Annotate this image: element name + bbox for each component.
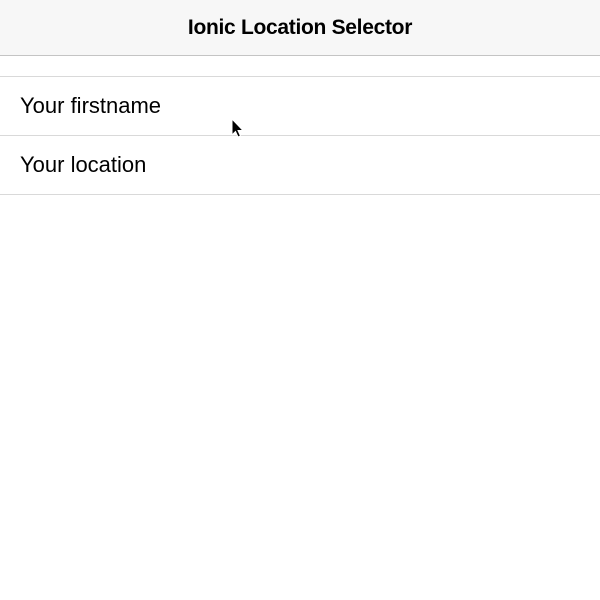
location-input[interactable]	[20, 136, 580, 194]
content-area	[0, 56, 600, 600]
page-title: Ionic Location Selector	[188, 16, 412, 40]
app-header: Ionic Location Selector	[0, 0, 600, 56]
firstname-input[interactable]	[20, 77, 580, 135]
location-item	[0, 135, 600, 195]
form-list	[0, 56, 600, 195]
firstname-item	[0, 76, 600, 136]
